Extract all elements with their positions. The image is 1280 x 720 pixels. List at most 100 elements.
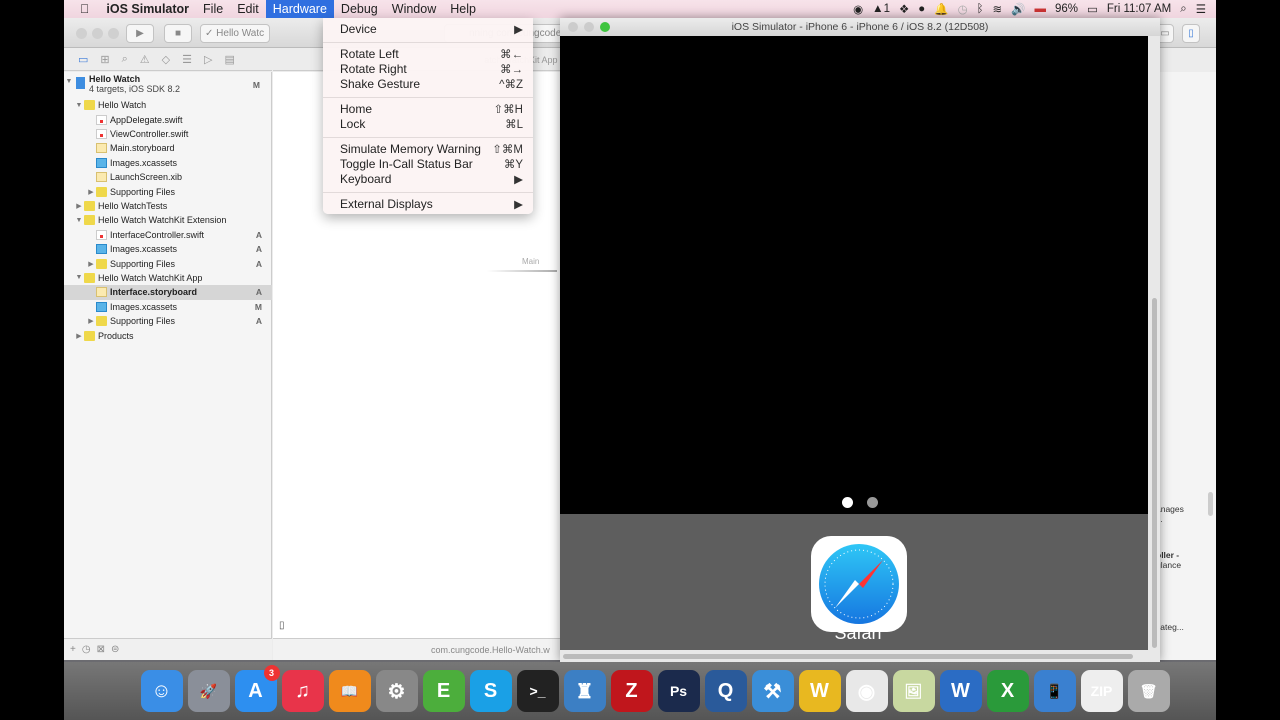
trash-dock-icon[interactable]: 🗑 [1127,670,1170,712]
excel-dock-icon[interactable]: X [986,670,1029,712]
battery-icon[interactable]: ▭ [1087,2,1098,16]
evernote-dock-icon[interactable]: E [422,670,465,712]
project-navigator-icon[interactable]: ▭ [78,53,88,66]
menu-window[interactable]: Window [385,0,443,18]
disclosure-icon[interactable]: ▼ [74,102,84,109]
disclosure-icon[interactable]: ▼ [74,274,84,281]
layout-right-button[interactable]: ▯ [1182,24,1200,43]
library-scrollbar[interactable] [1208,492,1213,516]
file-tree-item[interactable]: ▼ Hello Watch WatchKit App [64,271,272,285]
safari-app-icon[interactable] [811,536,907,632]
menu-item[interactable]: Rotate Right ⌘→ [340,61,523,76]
close-button[interactable] [76,28,87,39]
system-preferences-dock-icon[interactable]: ⚙ [375,670,418,712]
file-tree-item[interactable]: ▼ Hello Watch WatchKit Extension [64,213,272,227]
menu-item[interactable]: Home ⇧⌘H [340,101,523,116]
file-tree-item[interactable]: ▶ Supporting Files [64,184,272,198]
scm-filter-icon[interactable]: ⊠ [97,644,105,655]
disclosure-icon[interactable]: ▶ [86,317,96,325]
spotlight-icon[interactable]: ⌕ [1180,3,1186,16]
menu-item[interactable]: Lock ⌘L [340,116,523,131]
file-tree-item[interactable]: Images.xcassets [64,156,272,170]
sequel-pro-dock-icon[interactable]: ♜ [563,670,606,712]
time-machine-icon[interactable]: ◷ [958,2,968,16]
wifi-icon[interactable]: ≋ [993,2,1003,16]
bluetooth-icon[interactable]: ᛒ [977,3,984,15]
sim-vertical-scrollbar[interactable] [1152,298,1157,648]
stop-button[interactable]: ■ [164,24,192,43]
disclosure-icon[interactable]: ▶ [74,202,84,210]
file-tree-item[interactable]: Images.xcassets A [64,242,272,256]
sim-close-button[interactable] [568,22,578,32]
preview-dock-icon[interactable]: 🖼 [892,670,935,712]
file-tree-item[interactable]: ViewController.swift [64,127,272,141]
dropbox-icon[interactable]: ❖ [899,2,909,16]
file-tree-item[interactable]: Main.storyboard [64,141,272,155]
document-outline-toggle-icon[interactable]: ▯ [279,620,285,631]
filter-icon[interactable]: ⊜ [111,644,119,655]
ios-simulator-dock-icon[interactable]: 📱 [1033,670,1076,712]
menu-item[interactable]: Device ▶ [340,21,523,36]
breakpoint-navigator-icon[interactable]: ▷ [204,53,212,66]
terminal-dock-icon[interactable]: >_ [516,670,559,712]
chat-icon[interactable]: ● [918,3,925,15]
debug-navigator-icon[interactable]: ☰ [182,53,192,66]
wireshark-dock-icon[interactable]: W [798,670,841,712]
itunes-dock-icon[interactable]: ♫ [281,670,324,712]
record-icon[interactable]: ◉ [853,2,863,16]
notification-icon[interactable]: 🔔 [934,2,948,16]
menu-item[interactable]: External Displays ▶ [340,196,523,211]
zoom-button[interactable] [108,28,119,39]
menu-help[interactable]: Help [443,0,483,18]
battery-percent[interactable]: 96% [1055,3,1078,15]
clock[interactable]: Fri 11:07 AM [1107,3,1171,15]
menu-debug[interactable]: Debug [334,0,385,18]
file-tree-item[interactable]: ▶ Hello WatchTests [64,199,272,213]
file-tree-item[interactable]: Images.xcassets M [64,300,272,314]
file-tree-item[interactable]: Interface.storyboard A [64,285,272,300]
chrome-dock-icon[interactable]: ◉ [845,670,888,712]
recent-files-icon[interactable]: ◷ [82,644,91,655]
file-tree-item[interactable]: ▼ Hello Watch [64,98,272,112]
scheme-selector[interactable]: ✓ Hello Watc [200,24,270,43]
find-navigator-icon[interactable]: ⌕ [122,53,128,66]
disclosure-icon[interactable]: ▼ [74,217,84,224]
sim-horizontal-scrollbar[interactable] [563,654,1133,659]
symbol-navigator-icon[interactable]: ⊞ [100,53,109,66]
adobe-icon[interactable]: ▲1 [872,3,890,15]
disclosure-icon[interactable]: ▶ [86,260,96,268]
xcode-dock-icon[interactable]: ⚒ [751,670,794,712]
filezilla-dock-icon[interactable]: Z [610,670,653,712]
menu-item[interactable]: Toggle In-Call Status Bar ⌘Y [340,156,523,171]
apple-menu-icon[interactable]:  [64,0,99,18]
project-root[interactable]: ▼ Hello Watch 4 targets, iOS SDK 8.2 M [64,74,272,96]
finder-dock-icon[interactable]: ☺ [140,670,183,712]
file-tree-item[interactable]: ▶ Supporting Files A [64,314,272,328]
sim-zoom-button[interactable] [600,22,610,32]
notification-center-icon[interactable]: ☰ [1196,2,1206,16]
photoshop-dock-icon[interactable]: Ps [657,670,700,712]
file-tree-item[interactable]: AppDelegate.swift [64,112,272,126]
issue-navigator-icon[interactable]: ⚠ [140,53,150,66]
menu-file[interactable]: File [196,0,230,18]
menu-item[interactable]: Keyboard ▶ [340,171,523,186]
minimize-button[interactable] [92,28,103,39]
disclosure-icon[interactable]: ▼ [64,78,74,85]
quicktime-dock-icon[interactable]: Q [704,670,747,712]
skype-dock-icon[interactable]: S [469,670,512,712]
file-tree-item[interactable]: ▶ Supporting Files A [64,256,272,270]
menu-app-name[interactable]: iOS Simulator [99,0,196,18]
volume-icon[interactable]: 🔊 [1011,2,1025,16]
disclosure-icon[interactable]: ▶ [86,188,96,196]
menu-item[interactable]: Shake Gesture ^⌘Z [340,76,523,91]
archive-dock-icon[interactable]: ZIP [1080,670,1123,712]
log-navigator-icon[interactable]: ▤ [224,53,234,66]
menu-edit[interactable]: Edit [230,0,266,18]
iphone-screen[interactable] [560,36,1148,650]
menu-hardware[interactable]: Hardware [265,0,334,18]
file-tree-item[interactable]: ▶ Products [64,328,272,342]
sim-minimize-button[interactable] [584,22,594,32]
menu-item[interactable]: Simulate Memory Warning ⇧⌘M [340,141,523,156]
run-button[interactable]: ▶ [126,24,154,43]
flag-icon[interactable]: ▬ [1034,3,1046,15]
